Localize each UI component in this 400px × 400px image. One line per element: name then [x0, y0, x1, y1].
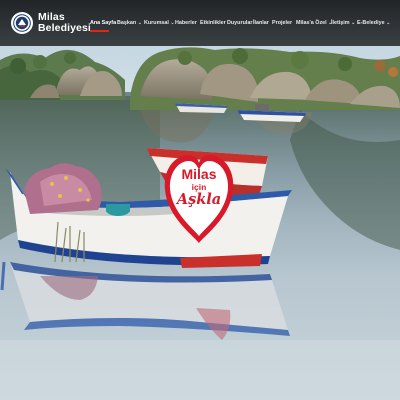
nav-label: Ana Sayfa: [90, 20, 117, 26]
nav-item-projeler[interactable]: Projeler: [272, 17, 292, 29]
chevron-down-icon: ⌄: [170, 19, 175, 26]
nav-label: Duyurular: [227, 20, 253, 26]
nav-label: Projeler: [272, 20, 293, 26]
nav-item-ilanlar[interactable]: İlanlar: [253, 17, 269, 29]
nav-item-e-belediye[interactable]: E-Belediye ⌄: [357, 17, 390, 29]
badge-text: Milas için Aşkla: [163, 167, 235, 208]
site-header: Milas Belediyesi Ana Sayfa Başkan ⌄ Kuru…: [0, 0, 400, 46]
nav-item-duyurular[interactable]: Duyurular: [227, 17, 252, 29]
chevron-down-icon: ⌄: [137, 19, 142, 26]
nav-item-iletisim[interactable]: İletişim ⌄: [331, 17, 355, 29]
nav-label: Kurumsal: [144, 20, 169, 26]
nav-item-ana-sayfa[interactable]: Ana Sayfa: [90, 17, 116, 29]
nav-label: İlanlar: [253, 20, 269, 26]
nav-label: Başkan: [117, 20, 137, 26]
nav-item-kurumsal[interactable]: Kurumsal ⌄: [144, 17, 175, 29]
milas-icin-askla-badge[interactable]: Milas için Aşkla: [163, 151, 235, 245]
main-nav: Ana Sayfa Başkan ⌄ Kurumsal ⌄ Haberler E…: [0, 0, 400, 46]
badge-line1: Milas: [181, 166, 217, 182]
nav-label: Milas'a Özel: [296, 20, 327, 26]
nav-item-milasa-ozel[interactable]: Milas'a Özel ⌄: [296, 17, 332, 29]
badge-line3: Aşkla: [176, 191, 222, 208]
nav-item-etkinlikler[interactable]: Etkinlikler: [200, 17, 226, 29]
nav-label: Haberler: [175, 20, 197, 26]
chevron-down-icon: ⌄: [386, 19, 391, 26]
nav-label: E-Belediye: [357, 20, 385, 26]
nav-label: İletişim: [331, 20, 350, 26]
nav-item-haberler[interactable]: Haberler: [175, 17, 197, 29]
active-nav-indicator: [90, 30, 109, 32]
nav-item-baskan[interactable]: Başkan ⌄: [117, 17, 142, 29]
nav-label: Etkinlikler: [200, 20, 226, 26]
chevron-down-icon: ⌄: [351, 19, 356, 26]
